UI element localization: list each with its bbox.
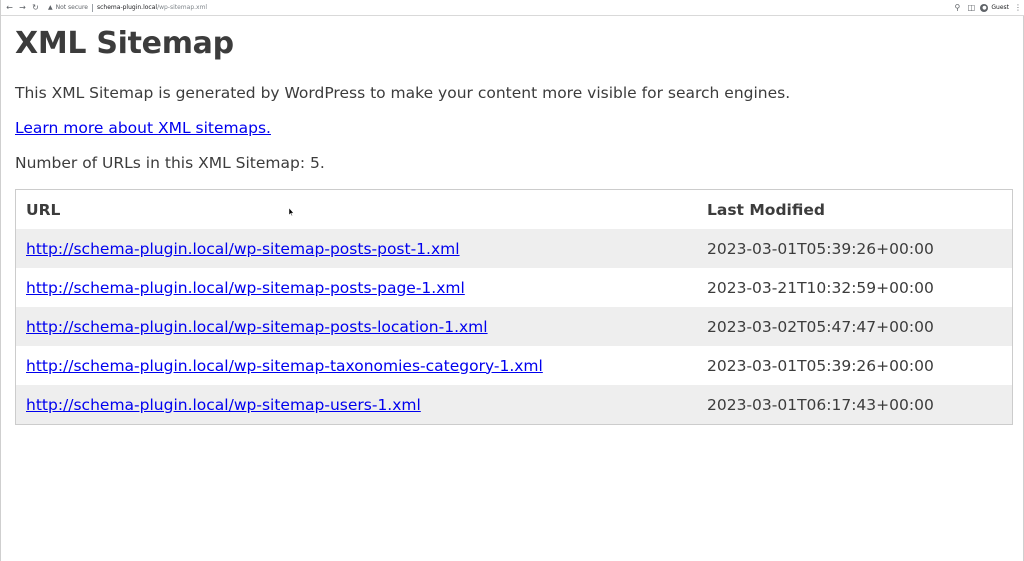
side-panel-icon[interactable]: ◫ — [964, 0, 978, 16]
mouse-cursor-icon — [289, 208, 294, 216]
toolbar-right: ⚲ ◫ ● Guest ⋮ — [950, 0, 1024, 16]
header-url: URL — [26, 200, 61, 219]
address-bar[interactable]: ▲ Not secure schema-plugin.local/wp-site… — [48, 0, 207, 16]
table-row: http://schema-plugin.local/wp-sitemap-po… — [16, 307, 1012, 346]
url-cell: http://schema-plugin.local/wp-sitemap-po… — [16, 279, 707, 297]
table-row: http://schema-plugin.local/wp-sitemap-ta… — [16, 346, 1012, 385]
back-arrow-icon[interactable]: ← — [3, 0, 16, 16]
address-separator — [92, 3, 93, 12]
learn-more-link[interactable]: Learn more about XML sitemaps. — [15, 119, 271, 137]
reload-icon[interactable]: ↻ — [29, 0, 42, 16]
profile-label: Guest — [991, 4, 1009, 11]
sitemap-table: URL Last Modified http://schema-plugin.l… — [15, 189, 1013, 425]
forward-arrow-icon[interactable]: → — [16, 0, 29, 16]
profile-button[interactable]: ● Guest — [980, 3, 1009, 12]
url-count: Number of URLs in this XML Sitemap: 5. — [15, 154, 325, 172]
last-modified-cell: 2023-03-21T10:32:59+00:00 — [707, 278, 934, 297]
zoom-search-icon[interactable]: ⚲ — [950, 0, 964, 16]
sitemap-link[interactable]: http://schema-plugin.local/wp-sitemap-po… — [26, 318, 488, 336]
table-row: http://schema-plugin.local/wp-sitemap-po… — [16, 268, 1012, 307]
page-description: This XML Sitemap is generated by WordPre… — [15, 84, 791, 102]
sitemap-link[interactable]: http://schema-plugin.local/wp-sitemap-po… — [26, 240, 460, 258]
table-row: http://schema-plugin.local/wp-sitemap-po… — [16, 229, 1012, 268]
sitemap-link[interactable]: http://schema-plugin.local/wp-sitemap-ta… — [26, 357, 543, 375]
page-title: XML Sitemap — [15, 26, 234, 61]
url-cell: http://schema-plugin.local/wp-sitemap-po… — [16, 318, 707, 336]
last-modified-cell: 2023-03-01T05:39:26+00:00 — [707, 356, 934, 375]
not-secure-label[interactable]: Not secure — [56, 4, 88, 11]
last-modified-cell: 2023-03-01T06:17:43+00:00 — [707, 395, 934, 414]
warning-icon[interactable]: ▲ — [48, 4, 53, 11]
table-row: http://schema-plugin.local/wp-sitemap-us… — [16, 385, 1012, 424]
table-header: URL Last Modified — [16, 190, 1012, 229]
url-cell: http://schema-plugin.local/wp-sitemap-us… — [16, 396, 707, 414]
sitemap-link[interactable]: http://schema-plugin.local/wp-sitemap-us… — [26, 396, 421, 414]
url-path[interactable]: /wp-sitemap.xml — [157, 4, 207, 11]
profile-icon: ● — [980, 3, 989, 12]
menu-kebab-icon[interactable]: ⋮ — [1011, 0, 1024, 16]
url-host[interactable]: schema-plugin.local — [97, 4, 157, 11]
sitemap-link[interactable]: http://schema-plugin.local/wp-sitemap-po… — [26, 279, 465, 297]
last-modified-cell: 2023-03-01T05:39:26+00:00 — [707, 239, 934, 258]
browser-toolbar: ← → ↻ ▲ Not secure schema-plugin.local/w… — [1, 0, 1024, 16]
url-cell: http://schema-plugin.local/wp-sitemap-ta… — [16, 357, 707, 375]
header-last-modified: Last Modified — [707, 200, 825, 219]
url-cell: http://schema-plugin.local/wp-sitemap-po… — [16, 240, 707, 258]
last-modified-cell: 2023-03-02T05:47:47+00:00 — [707, 317, 934, 336]
